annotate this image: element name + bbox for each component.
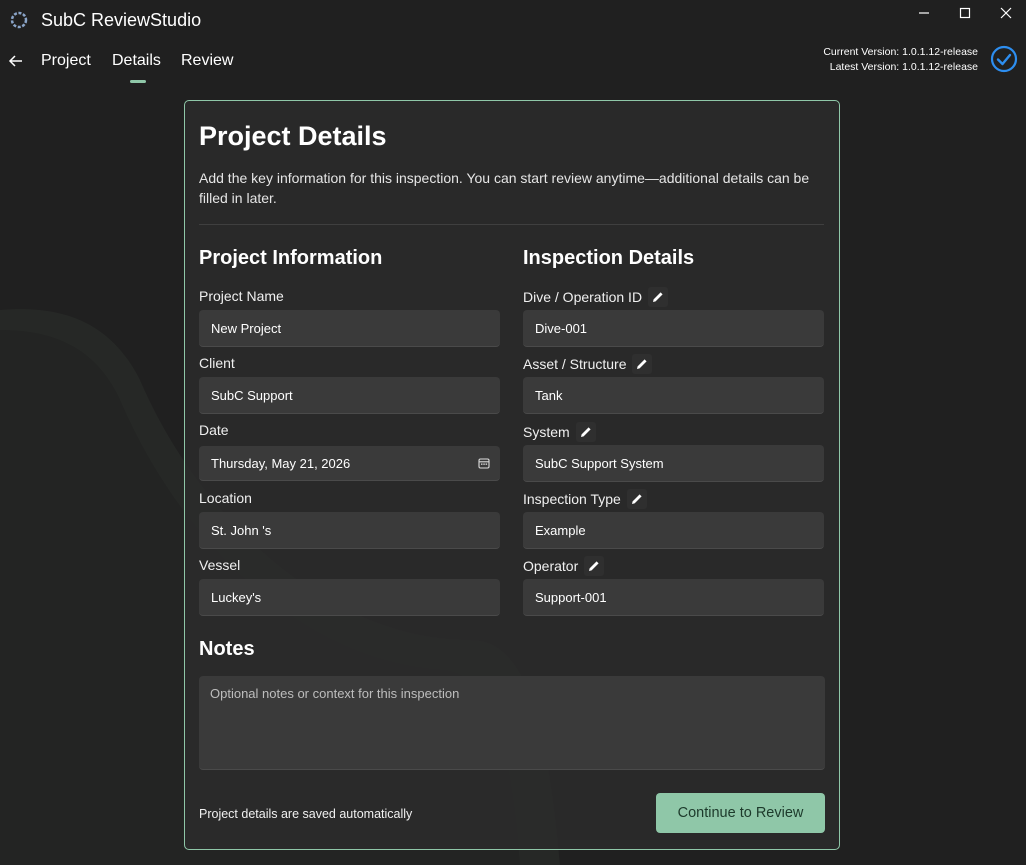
pencil-icon: [653, 292, 663, 302]
version-info: Current Version: 1.0.1.12-release Latest…: [823, 45, 978, 75]
inspection-details-heading: Inspection Details: [523, 247, 695, 269]
pencil-icon: [631, 494, 642, 504]
asset-structure-input[interactable]: [523, 377, 824, 414]
dive-operation-id-label: Dive / Operation ID: [523, 287, 669, 307]
date-label: Date: [199, 422, 229, 438]
divider: [199, 224, 824, 225]
tab-details[interactable]: Details: [112, 52, 161, 70]
client-input[interactable]: [199, 377, 500, 414]
pencil-icon: [589, 561, 599, 571]
dive-operation-id-input[interactable]: [523, 310, 824, 347]
edit-operator-button[interactable]: [584, 556, 605, 576]
system-label: System: [523, 422, 596, 442]
maximize-icon: [959, 7, 971, 19]
date-picker[interactable]: Thursday, May 21, 2026: [199, 446, 500, 481]
notes-textarea[interactable]: [199, 676, 825, 770]
project-name-input[interactable]: [199, 310, 500, 347]
tab-project[interactable]: Project: [41, 52, 91, 70]
minimize-button[interactable]: [903, 0, 945, 26]
project-details-card: Project Details Add the key information …: [184, 100, 840, 850]
title-bar: SubC ReviewStudio: [0, 0, 1026, 42]
up-to-date-check-icon: [990, 45, 1018, 73]
client-label: Client: [199, 355, 235, 371]
pencil-icon: [637, 359, 648, 369]
operator-label: Operator: [523, 556, 605, 576]
project-information-heading: Project Information: [199, 247, 383, 269]
close-button[interactable]: [985, 0, 1026, 26]
location-label: Location: [199, 490, 252, 506]
app-logo-icon: [10, 11, 28, 29]
minimize-icon: [919, 12, 929, 14]
project-name-label: Project Name: [199, 288, 284, 304]
vessel-label: Vessel: [199, 557, 241, 573]
page-description: Add the key information for this inspect…: [199, 170, 810, 206]
close-icon: [1000, 7, 1012, 19]
current-version: Current Version: 1.0.1.12-release: [823, 46, 978, 58]
operator-input[interactable]: [523, 579, 824, 616]
asset-structure-label: Asset / Structure: [523, 354, 653, 374]
date-value: Thursday, May 21, 2026: [211, 455, 351, 471]
autosave-status: Project details are saved automatically: [199, 807, 413, 821]
edit-asset-structure-button[interactable]: [632, 354, 653, 374]
notes-heading: Notes: [199, 638, 255, 660]
continue-to-review-button[interactable]: Continue to Review: [656, 793, 825, 833]
pencil-icon: [580, 427, 591, 437]
tab-review[interactable]: Review: [181, 52, 233, 70]
app-title: SubC ReviewStudio: [41, 10, 202, 30]
location-input[interactable]: [199, 512, 500, 549]
edit-system-button[interactable]: [575, 422, 596, 442]
edit-inspection-type-button[interactable]: [626, 489, 647, 509]
active-tab-indicator: [130, 80, 146, 83]
calendar-icon[interactable]: [478, 457, 490, 469]
maximize-button[interactable]: [944, 0, 986, 26]
edit-dive-operation-id-button[interactable]: [648, 287, 669, 307]
latest-version: Latest Version: 1.0.1.12-release: [829, 61, 978, 73]
inspection-type-label: Inspection Type: [523, 489, 647, 509]
page-title: Project Details: [199, 121, 387, 151]
back-arrow-icon[interactable]: [8, 52, 24, 70]
inspection-type-input[interactable]: [523, 512, 824, 549]
vessel-input[interactable]: [199, 579, 500, 616]
system-input[interactable]: [523, 445, 824, 482]
